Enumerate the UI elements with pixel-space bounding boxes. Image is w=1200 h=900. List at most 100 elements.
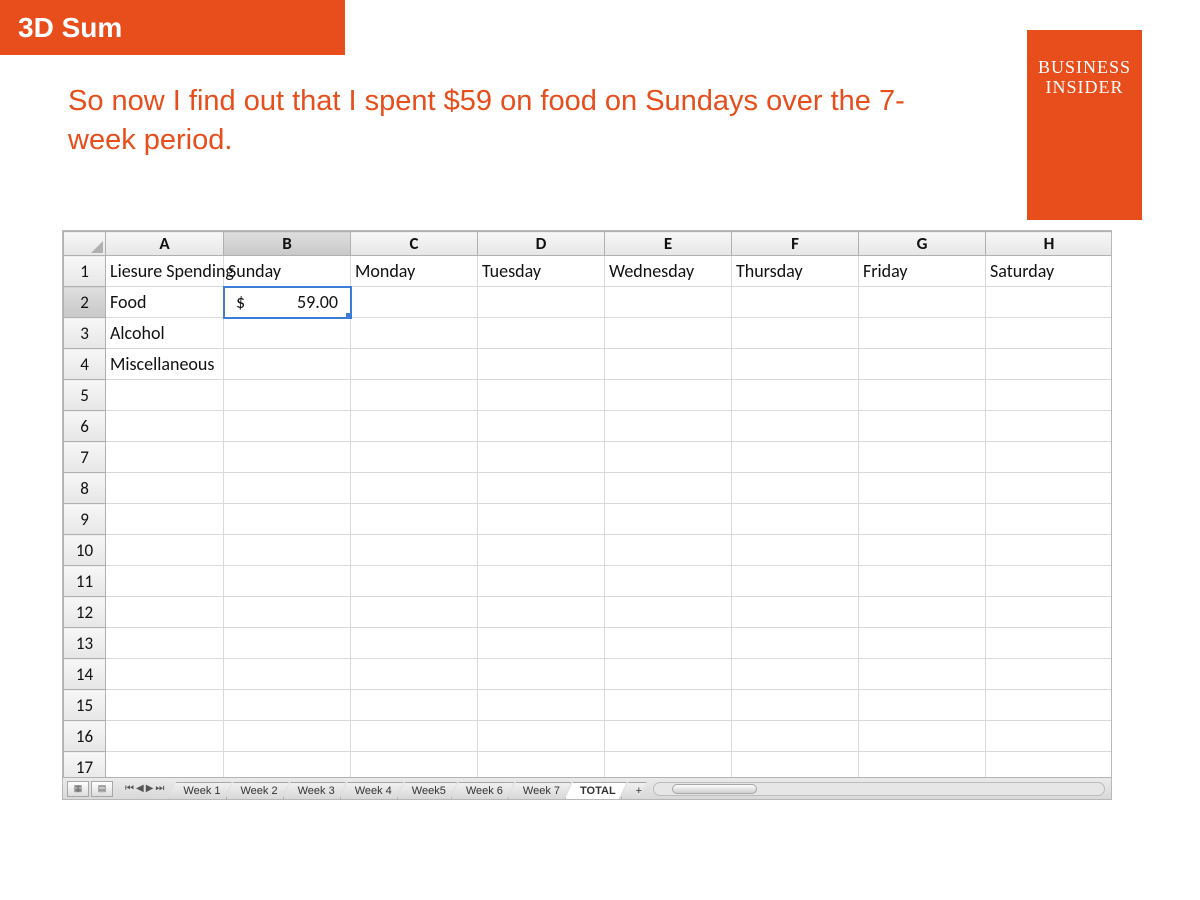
cell-D7[interactable] [478, 442, 605, 473]
cell-G12[interactable] [859, 597, 986, 628]
cell-C5[interactable] [351, 380, 478, 411]
row-header-8[interactable]: 8 [64, 473, 106, 504]
row-header-14[interactable]: 14 [64, 659, 106, 690]
cell-D14[interactable] [478, 659, 605, 690]
sheet-tab-week-7[interactable]: Week 7 [508, 782, 571, 799]
cell-H6[interactable] [986, 411, 1112, 442]
row-header-3[interactable]: 3 [64, 318, 106, 349]
sheet-tab-total[interactable]: TOTAL [565, 782, 627, 799]
cell-G17[interactable] [859, 752, 986, 778]
column-header-E[interactable]: E [605, 232, 732, 256]
cell-D3[interactable] [478, 318, 605, 349]
cell-G14[interactable] [859, 659, 986, 690]
cell-A5[interactable] [106, 380, 224, 411]
cell-D6[interactable] [478, 411, 605, 442]
cell-G13[interactable] [859, 628, 986, 659]
column-header-B[interactable]: B [224, 232, 351, 256]
cell-H3[interactable] [986, 318, 1112, 349]
tab-first-icon[interactable]: ⏮ [125, 783, 134, 794]
cell-C12[interactable] [351, 597, 478, 628]
cell-E9[interactable] [605, 504, 732, 535]
cell-B11[interactable] [224, 566, 351, 597]
cell-F8[interactable] [732, 473, 859, 504]
cell-D2[interactable] [478, 287, 605, 318]
column-header-G[interactable]: G [859, 232, 986, 256]
tab-prev-icon[interactable]: ◀ [136, 783, 144, 794]
cell-G5[interactable] [859, 380, 986, 411]
cell-E3[interactable] [605, 318, 732, 349]
cell-C13[interactable] [351, 628, 478, 659]
tab-last-icon[interactable]: ⏭ [155, 783, 164, 794]
row-header-5[interactable]: 5 [64, 380, 106, 411]
cell-A14[interactable] [106, 659, 224, 690]
cell-D5[interactable] [478, 380, 605, 411]
cell-F17[interactable] [732, 752, 859, 778]
cell-C16[interactable] [351, 721, 478, 752]
cell-D16[interactable] [478, 721, 605, 752]
cell-A8[interactable] [106, 473, 224, 504]
cell-H15[interactable] [986, 690, 1112, 721]
cell-A16[interactable] [106, 721, 224, 752]
cell-B2[interactable]: $59.00 [224, 287, 351, 318]
cell-A1[interactable]: Liesure Spending [106, 256, 224, 287]
cell-G9[interactable] [859, 504, 986, 535]
cell-E1[interactable]: Wednesday [605, 256, 732, 287]
cell-A11[interactable] [106, 566, 224, 597]
horizontal-scrollbar[interactable] [653, 782, 1105, 796]
column-header-C[interactable]: C [351, 232, 478, 256]
row-header-11[interactable]: 11 [64, 566, 106, 597]
tab-next-icon[interactable]: ▶ [146, 783, 154, 794]
cell-H17[interactable] [986, 752, 1112, 778]
cell-B17[interactable] [224, 752, 351, 778]
cell-B8[interactable] [224, 473, 351, 504]
column-header-F[interactable]: F [732, 232, 859, 256]
cell-E8[interactable] [605, 473, 732, 504]
cell-E12[interactable] [605, 597, 732, 628]
cell-F16[interactable] [732, 721, 859, 752]
cell-C14[interactable] [351, 659, 478, 690]
cell-F5[interactable] [732, 380, 859, 411]
cell-G16[interactable] [859, 721, 986, 752]
cell-G8[interactable] [859, 473, 986, 504]
cell-F3[interactable] [732, 318, 859, 349]
cell-A6[interactable] [106, 411, 224, 442]
cell-H9[interactable] [986, 504, 1112, 535]
cell-F4[interactable] [732, 349, 859, 380]
cell-D15[interactable] [478, 690, 605, 721]
cell-G2[interactable] [859, 287, 986, 318]
cell-E13[interactable] [605, 628, 732, 659]
cell-D8[interactable] [478, 473, 605, 504]
sheet-tab-week-1[interactable]: Week 1 [168, 782, 231, 799]
cell-C1[interactable]: Monday [351, 256, 478, 287]
row-header-2[interactable]: 2 [64, 287, 106, 318]
cell-H8[interactable] [986, 473, 1112, 504]
row-header-16[interactable]: 16 [64, 721, 106, 752]
cell-E14[interactable] [605, 659, 732, 690]
row-header-4[interactable]: 4 [64, 349, 106, 380]
cell-D12[interactable] [478, 597, 605, 628]
cell-E7[interactable] [605, 442, 732, 473]
cell-F7[interactable] [732, 442, 859, 473]
cell-A13[interactable] [106, 628, 224, 659]
cell-H1[interactable]: Saturday [986, 256, 1112, 287]
cell-F12[interactable] [732, 597, 859, 628]
cell-F2[interactable] [732, 287, 859, 318]
column-header-D[interactable]: D [478, 232, 605, 256]
cell-A4[interactable]: Miscellaneous [106, 349, 224, 380]
select-all-corner[interactable] [64, 232, 106, 256]
cell-G3[interactable] [859, 318, 986, 349]
cell-B3[interactable] [224, 318, 351, 349]
cell-D9[interactable] [478, 504, 605, 535]
cell-G4[interactable] [859, 349, 986, 380]
cell-C3[interactable] [351, 318, 478, 349]
column-header-A[interactable]: A [106, 232, 224, 256]
sheet-tab-week-3[interactable]: Week 3 [283, 782, 346, 799]
cell-D4[interactable] [478, 349, 605, 380]
sheet-tab-week5[interactable]: Week5 [397, 782, 457, 799]
row-header-6[interactable]: 6 [64, 411, 106, 442]
cell-B15[interactable] [224, 690, 351, 721]
cell-G10[interactable] [859, 535, 986, 566]
cell-E6[interactable] [605, 411, 732, 442]
cell-C9[interactable] [351, 504, 478, 535]
cell-B4[interactable] [224, 349, 351, 380]
